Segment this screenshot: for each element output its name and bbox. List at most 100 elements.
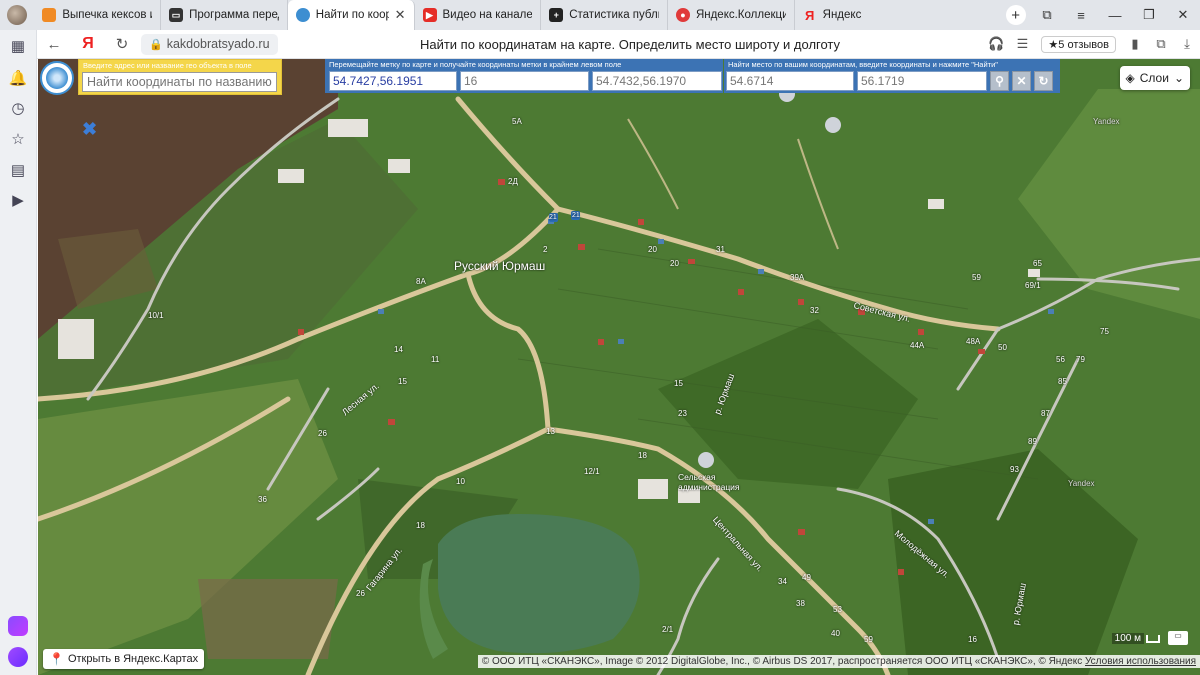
yandex-home-icon[interactable]: Я [71, 30, 105, 59]
bookmark-icon[interactable]: ▮ [1122, 30, 1148, 59]
voice-assistant-icon[interactable] [8, 647, 28, 667]
bell-icon[interactable]: 🔔 [8, 68, 28, 88]
grid-apps-icon[interactable]: ▦ [8, 36, 28, 56]
house-number: 18 [416, 521, 425, 530]
marker-coords-field[interactable] [329, 71, 457, 91]
find-coords-hint: Найти место по вашим координатам, введит… [728, 60, 998, 69]
headphones-icon[interactable]: 🎧 [983, 30, 1009, 59]
play-circle-icon[interactable]: ▶ [8, 190, 28, 210]
open-in-yandex-maps-button[interactable]: 📍 Открыть в Яндекс.Картах [43, 649, 205, 669]
notes-icon[interactable]: ▤ [8, 160, 28, 180]
copyright-bar: © ООО ИТЦ «СКАНЭКС», Image © 2012 Digita… [477, 655, 1200, 668]
longitude-field[interactable] [857, 71, 987, 91]
house-number: 31 [716, 245, 725, 254]
find-by-coords-panel: Найти место по вашим координатам, введит… [724, 59, 1060, 93]
tab-najti-po-koordinatam[interactable]: Найти по координ ✕ [287, 0, 415, 30]
layers-button[interactable]: ◈ Слои ⌄ [1119, 66, 1190, 90]
star-icon[interactable]: ☆ [8, 129, 28, 149]
plus-icon: + [549, 8, 564, 22]
close-window-icon[interactable]: ✕ [1166, 0, 1200, 30]
tab-video[interactable]: ▶ Видео на канале - Yo [415, 0, 542, 30]
map-scale: 100 м [1111, 633, 1160, 644]
house-number: 8А [416, 277, 426, 286]
orange-app-icon [42, 8, 57, 22]
search-icon[interactable]: ⚲ [990, 71, 1009, 91]
house-number: 49 [802, 573, 811, 582]
address-bar: ← Я ↻ 🔒 kakdobratsyado.ru Найти по коорд… [0, 30, 1200, 59]
new-tab-button[interactable]: + [1001, 0, 1030, 30]
house-number: 44А [910, 341, 925, 350]
plus-icon: + [1005, 5, 1026, 25]
house-number: 16 [968, 635, 977, 644]
restore-icon[interactable]: ❐ [1132, 0, 1166, 30]
house-number: 14 [394, 345, 403, 354]
download-icon[interactable]: ⤓ [1174, 30, 1200, 59]
house-number: 12/1 [584, 467, 600, 476]
village-label: Русский Юрмаш [454, 259, 546, 273]
house-number: 65 [1033, 259, 1042, 268]
logo-globe-icon [46, 67, 68, 89]
menu-icon[interactable]: ≡ [1064, 0, 1098, 30]
page-title: Найти по координатам на карте. Определит… [419, 36, 841, 52]
browser-sidebar: ▦ 🔔 ◷ ☆ ▤ ▶ [0, 30, 37, 675]
address-search-input[interactable] [82, 72, 277, 92]
house-number: 2Д [508, 177, 518, 186]
globe-icon [295, 8, 310, 22]
road-shield-label: 21 [572, 212, 580, 219]
alice-assistant-icon[interactable] [8, 616, 28, 636]
tab-yandex[interactable]: Я Яндекс [795, 0, 922, 30]
scale-label: 100 м [1111, 633, 1144, 644]
house-number: 93 [1010, 465, 1019, 474]
lock-icon: 🔒 [149, 38, 163, 51]
house-number: 10/1 [148, 311, 164, 320]
refresh-icon[interactable]: ↻ [1034, 71, 1053, 91]
window-controls: ⧉ ≡ — ❐ ✕ [1030, 0, 1200, 30]
tab-title: Найти по координ [315, 9, 389, 21]
reviews-badge[interactable]: ★5 отзывов [1041, 35, 1116, 53]
tab-programma[interactable]: ▭ Программа передач [161, 0, 288, 30]
tabs-overview-icon[interactable]: ⧉ [1030, 0, 1064, 30]
house-number: 59 [864, 635, 873, 644]
close-tab-icon[interactable]: ✕ [395, 7, 406, 23]
terms-link[interactable]: Условия использования [1085, 656, 1196, 667]
house-number: 13 [546, 427, 555, 436]
house-number: 53 [833, 605, 842, 614]
back-icon[interactable]: ← [37, 30, 71, 59]
house-number: 10 [456, 477, 465, 486]
latitude-field[interactable] [726, 71, 854, 91]
house-number: 38 [796, 599, 805, 608]
extension-icon[interactable]: ⧉ [1148, 30, 1174, 59]
tab-statistika[interactable]: + Статистика публикац [541, 0, 668, 30]
zoom-field[interactable] [460, 71, 589, 91]
corner-coords-field[interactable] [592, 71, 722, 91]
house-number: 2/1 [662, 625, 674, 634]
house-number: 79 [1076, 355, 1085, 364]
house-number: 39А [790, 273, 805, 282]
marker-cross-icon[interactable]: ✖ [82, 119, 97, 140]
marker-coords-hint: Перемещайте метку по карте и получайте к… [329, 60, 622, 69]
reader-mode-icon[interactable]: ☰ [1009, 30, 1035, 59]
satellite-map[interactable]: Русский Юрмаш Советская ул. Центральная … [38, 59, 1200, 675]
open-in-yandex-label: Открыть в Яндекс.Картах [67, 653, 199, 665]
history-clock-icon[interactable]: ◷ [8, 98, 28, 118]
tab-vypechka[interactable]: Выпечка кексов и т... [34, 0, 162, 30]
url-text: kakdobratsyado.ru [166, 37, 270, 51]
ruler-icon[interactable]: ▭ [1168, 631, 1188, 645]
site-logo[interactable] [40, 61, 74, 95]
house-number: 15 [674, 379, 683, 388]
layers-icon: ◈ [1125, 71, 1135, 85]
tab-kollekcii[interactable]: ● Яндекс.Коллекции [668, 0, 795, 30]
profile-avatar-button[interactable] [0, 0, 34, 30]
house-number: 40 [831, 629, 840, 638]
house-number: 36 [258, 495, 267, 504]
clear-icon[interactable]: ✕ [1012, 71, 1031, 91]
house-number: 26 [356, 589, 365, 598]
house-number: 11 [431, 355, 440, 364]
house-number: 75 [1100, 327, 1109, 336]
house-number: 48А [966, 337, 981, 346]
url-box[interactable]: 🔒 kakdobratsyado.ru [141, 33, 278, 55]
tab-title: Программа передач [189, 9, 279, 21]
reload-icon[interactable]: ↻ [105, 30, 139, 59]
minimize-icon[interactable]: — [1098, 0, 1132, 30]
tab-title: Видео на канале - Yo [442, 9, 533, 21]
